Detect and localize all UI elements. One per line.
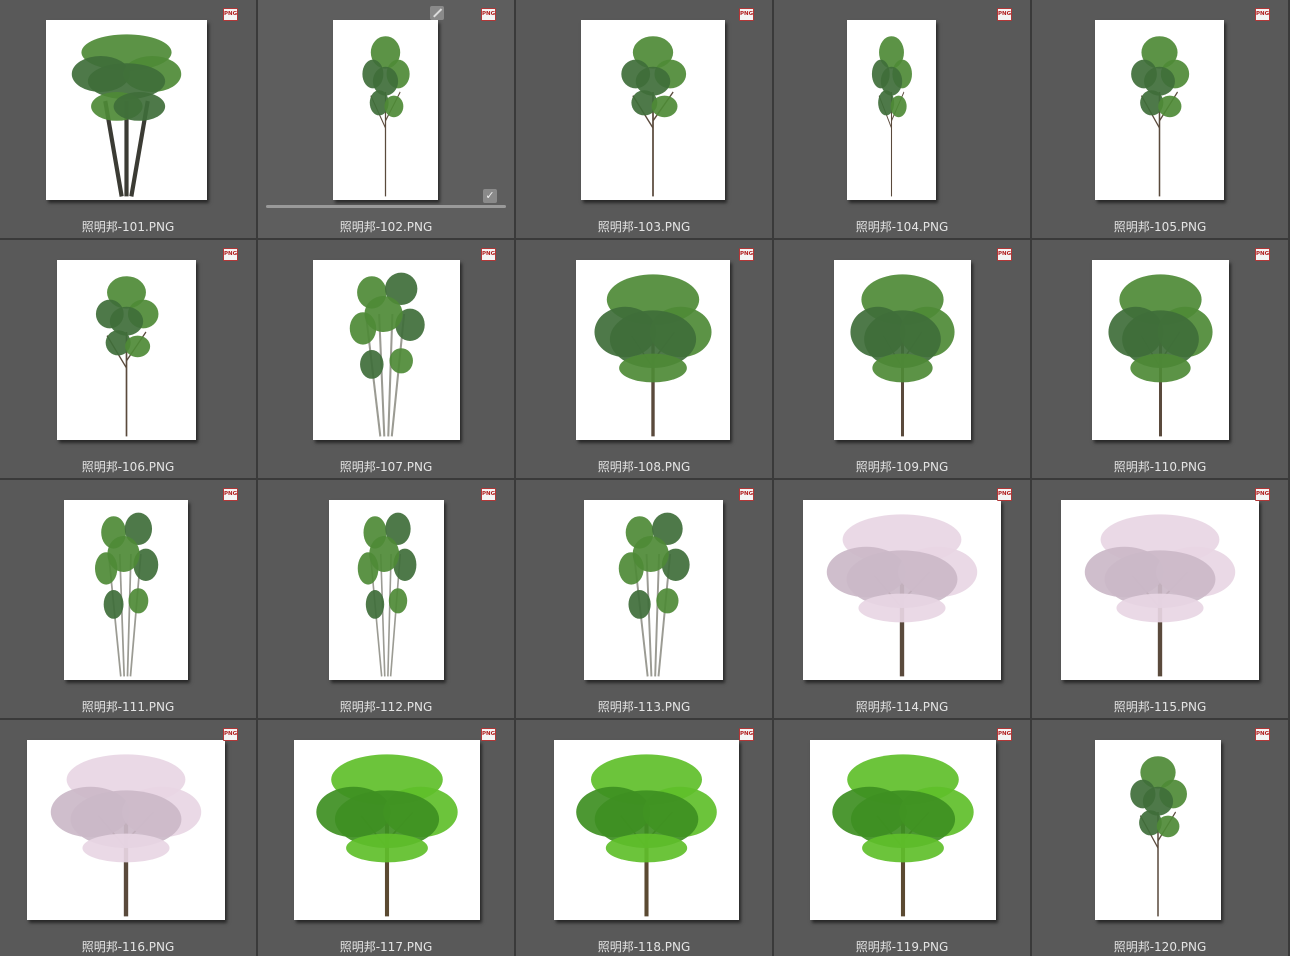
- file-thumbnail-item[interactable]: PNG 照明邦-115.PNG: [1032, 480, 1290, 720]
- file-name-label: 照明邦-111.PNG: [81, 700, 175, 714]
- tree-image-preview: [64, 500, 188, 680]
- png-file-type-icon: PNG: [481, 728, 496, 741]
- tree-image-preview: [313, 260, 460, 440]
- tree-image-preview: [1092, 260, 1229, 440]
- file-thumbnail-item[interactable]: PNG 照明邦-110.PNG: [1032, 240, 1290, 480]
- png-file-type-icon: PNG: [997, 8, 1012, 21]
- tree-image-preview: [27, 740, 225, 920]
- file-name-label: 照明邦-120.PNG: [1113, 940, 1207, 954]
- tree-image-preview: [847, 20, 936, 200]
- file-name-label: 照明邦-116.PNG: [81, 940, 175, 954]
- file-thumbnail-item[interactable]: PNG ✓ 照明邦-102.PNG: [258, 0, 516, 240]
- png-file-type-icon: PNG: [223, 248, 238, 261]
- png-file-type-icon: PNG: [997, 248, 1012, 261]
- load-progress-fill: [266, 205, 506, 208]
- file-name-label: 照明邦-112.PNG: [339, 700, 433, 714]
- png-file-type-icon: PNG: [739, 728, 754, 741]
- file-name-label: 照明邦-108.PNG: [597, 460, 691, 474]
- thumbnail-grid: PNG 照明邦-101.PNG PNG ✓ 照明邦-102.PNG PNG 照明邦-103.…: [0, 0, 1290, 956]
- png-file-type-icon: PNG: [739, 8, 754, 21]
- tree-image-preview: [57, 260, 196, 440]
- png-file-type-icon: PNG: [1255, 248, 1270, 261]
- file-name-label: 照明邦-110.PNG: [1113, 460, 1207, 474]
- file-thumbnail-item[interactable]: PNG 照明邦-109.PNG: [774, 240, 1032, 480]
- edit-pencil-icon[interactable]: [430, 6, 444, 20]
- file-name-label: 照明邦-107.PNG: [339, 460, 433, 474]
- png-file-type-icon: PNG: [739, 488, 754, 501]
- file-thumbnail-item[interactable]: PNG 照明邦-117.PNG: [258, 720, 516, 956]
- tree-image-preview: [576, 260, 730, 440]
- tree-image-preview: [329, 500, 444, 680]
- tree-image-preview: [294, 740, 480, 920]
- tree-image-preview: [834, 260, 971, 440]
- file-name-label: 照明邦-102.PNG: [339, 220, 433, 234]
- load-progress-bar: [266, 205, 506, 208]
- png-file-type-icon: PNG: [481, 248, 496, 261]
- file-thumbnail-item[interactable]: PNG 照明邦-111.PNG: [0, 480, 258, 720]
- file-name-label: 照明邦-113.PNG: [597, 700, 691, 714]
- file-name-label: 照明邦-114.PNG: [855, 700, 949, 714]
- file-thumbnail-item[interactable]: PNG 照明邦-106.PNG: [0, 240, 258, 480]
- png-file-type-icon: PNG: [223, 8, 238, 21]
- file-thumbnail-item[interactable]: PNG 照明邦-113.PNG: [516, 480, 774, 720]
- tree-image-preview: [46, 20, 207, 200]
- tree-image-preview: [584, 500, 723, 680]
- png-file-type-icon: PNG: [1255, 8, 1270, 21]
- file-thumbnail-item[interactable]: PNG 照明邦-119.PNG: [774, 720, 1032, 956]
- file-name-label: 照明邦-118.PNG: [597, 940, 691, 954]
- file-thumbnail-item[interactable]: PNG 照明邦-114.PNG: [774, 480, 1032, 720]
- file-name-label: 照明邦-103.PNG: [597, 220, 691, 234]
- tree-image-preview: [803, 500, 1001, 680]
- file-thumbnail-item[interactable]: PNG 照明邦-105.PNG: [1032, 0, 1290, 240]
- png-file-type-icon: PNG: [1255, 728, 1270, 741]
- file-thumbnail-item[interactable]: PNG 照明邦-103.PNG: [516, 0, 774, 240]
- file-thumbnail-item[interactable]: PNG 照明邦-104.PNG: [774, 0, 1032, 240]
- png-file-type-icon: PNG: [481, 8, 496, 21]
- tree-image-preview: [581, 20, 725, 200]
- png-file-type-icon: PNG: [997, 728, 1012, 741]
- png-file-type-icon: PNG: [997, 488, 1012, 501]
- tree-image-preview: [1095, 740, 1221, 920]
- file-thumbnail-item[interactable]: PNG 照明邦-108.PNG: [516, 240, 774, 480]
- file-name-label: 照明邦-104.PNG: [855, 220, 949, 234]
- tree-image-preview: [333, 20, 438, 200]
- file-name-label: 照明邦-105.PNG: [1113, 220, 1207, 234]
- png-file-type-icon: PNG: [739, 248, 754, 261]
- tree-image-preview: [554, 740, 739, 920]
- png-file-type-icon: PNG: [1255, 488, 1270, 501]
- file-name-label: 照明邦-119.PNG: [855, 940, 949, 954]
- file-name-label: 照明邦-101.PNG: [81, 220, 175, 234]
- file-thumbnail-item[interactable]: PNG 照明邦-107.PNG: [258, 240, 516, 480]
- png-file-type-icon: PNG: [223, 728, 238, 741]
- file-name-label: 照明邦-117.PNG: [339, 940, 433, 954]
- file-thumbnail-item[interactable]: PNG 照明邦-101.PNG: [0, 0, 258, 240]
- tree-image-preview: [810, 740, 996, 920]
- tree-image-preview: [1061, 500, 1259, 680]
- file-thumbnail-item[interactable]: PNG 照明邦-120.PNG: [1032, 720, 1290, 956]
- file-name-label: 照明邦-115.PNG: [1113, 700, 1207, 714]
- tree-image-preview: [1095, 20, 1224, 200]
- file-thumbnail-item[interactable]: PNG 照明邦-118.PNG: [516, 720, 774, 956]
- file-thumbnail-item[interactable]: PNG 照明邦-116.PNG: [0, 720, 258, 956]
- checkmark-icon[interactable]: ✓: [483, 189, 497, 203]
- file-name-label: 照明邦-106.PNG: [81, 460, 175, 474]
- file-name-label: 照明邦-109.PNG: [855, 460, 949, 474]
- file-thumbnail-item[interactable]: PNG 照明邦-112.PNG: [258, 480, 516, 720]
- png-file-type-icon: PNG: [223, 488, 238, 501]
- png-file-type-icon: PNG: [481, 488, 496, 501]
